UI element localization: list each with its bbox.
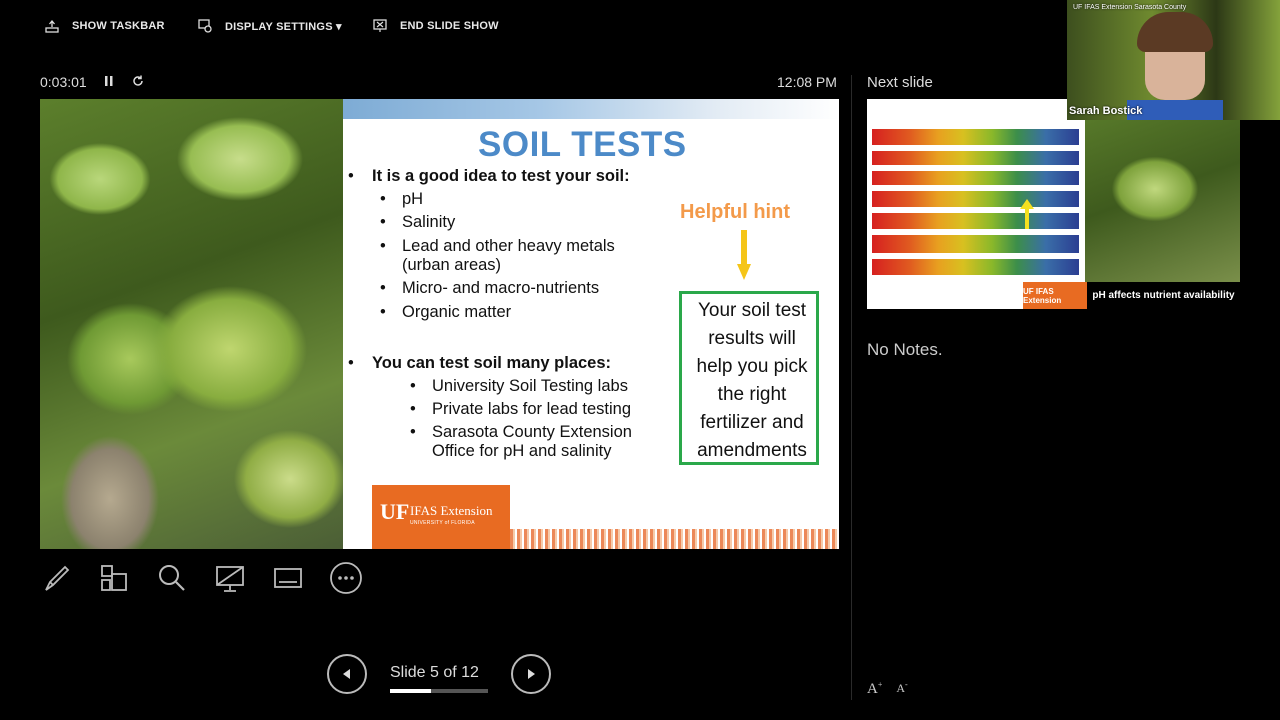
- bullet-dot: •: [380, 213, 386, 231]
- participant-name: Sarah Bostick: [1069, 105, 1143, 117]
- presenter-hair: [1137, 12, 1213, 52]
- section1-heading: It is a good idea to test your soil:: [372, 167, 630, 185]
- pause-icon: [105, 76, 113, 86]
- hint-line: Your soil test: [697, 300, 807, 321]
- next-slide-label: Next slide: [867, 74, 933, 91]
- list-item: Sarasota County Extension: [432, 423, 632, 441]
- uf-logo-mark: UF: [380, 499, 410, 524]
- speaker-notes[interactable]: No Notes.: [867, 340, 943, 360]
- pen-icon: [45, 565, 70, 591]
- uf-logo-text: IFAS Extension: [410, 503, 493, 518]
- end-slide-show-label: END SLIDE SHOW: [400, 20, 499, 32]
- chart-band: [872, 229, 1079, 235]
- list-item: Salinity: [402, 213, 456, 231]
- video-banner: UF IFAS Extension Sarasota County: [1073, 4, 1187, 11]
- chart-band: [872, 185, 1079, 191]
- pen-tool-button[interactable]: [37, 558, 77, 598]
- show-taskbar-button[interactable]: SHOW TASKBAR: [44, 18, 165, 34]
- zoom-slide-button[interactable]: [152, 558, 192, 598]
- bullet-dot: •: [380, 237, 386, 255]
- hint-line: fertilizer and: [700, 412, 804, 433]
- hint-line: amendments: [697, 440, 807, 461]
- list-item: Organic matter: [402, 303, 512, 321]
- restart-timer-button[interactable]: [131, 74, 147, 90]
- magnifier-icon: [159, 565, 185, 591]
- presentation-timer: 0:03:01: [40, 74, 87, 90]
- chart-band: [872, 253, 1079, 259]
- list-item: Private labs for lead testing: [432, 400, 632, 418]
- list-item: pH: [402, 190, 424, 208]
- section2-heading: You can test soil many places:: [372, 354, 612, 372]
- display-settings-icon: [197, 18, 213, 34]
- list-item: Lead and other heavy metals: [402, 237, 615, 255]
- list-item: Micro- and macro-nutrients: [402, 279, 600, 297]
- more-icon: [330, 562, 362, 594]
- next-slide-photo: [1085, 99, 1240, 282]
- current-time: 12:08 PM: [777, 74, 837, 90]
- bullet-dot: •: [410, 400, 416, 418]
- slides-grid-icon: [101, 565, 127, 591]
- next-slide-preview[interactable]: UF IFAS Extension pH affects nutrient av…: [867, 99, 1240, 309]
- bullet-dot: •: [380, 190, 386, 208]
- next-slide-button[interactable]: [511, 654, 551, 694]
- next-slide-caption: pH affects nutrient availability: [1087, 282, 1240, 309]
- subtitles-button[interactable]: [268, 558, 308, 598]
- webcam-video: UF IFAS Extension Sarasota County Sarah …: [1067, 0, 1280, 120]
- end-slide-show-button[interactable]: END SLIDE SHOW: [372, 18, 499, 34]
- taskbar-icon: [44, 18, 60, 34]
- slide-progress-fill: [390, 689, 431, 693]
- see-all-slides-button[interactable]: [94, 558, 134, 598]
- chart-band: [872, 207, 1079, 213]
- bullet-dot: •: [410, 377, 416, 395]
- bottom-brush-strip: [510, 529, 839, 549]
- previous-slide-button[interactable]: [327, 654, 367, 694]
- chart-band: [872, 145, 1079, 151]
- bullet-dot: •: [348, 354, 354, 372]
- chart-band: [872, 165, 1079, 171]
- uf-ifas-logo: UF IFAS Extension UNIVERSITY of FLORIDA: [372, 485, 510, 549]
- top-brush-strip: [343, 99, 839, 119]
- bullet-dot: •: [380, 303, 386, 321]
- restart-icon: [133, 75, 143, 86]
- play-left-icon: [343, 669, 350, 679]
- current-slide[interactable]: SOIL TESTS • It is a good idea to test y…: [40, 99, 839, 549]
- pause-timer-button[interactable]: [103, 74, 117, 90]
- display-settings-label: DISPLAY SETTINGS ▾: [225, 20, 342, 33]
- end-show-icon: [372, 18, 388, 34]
- nutrient-availability-chart: [872, 129, 1079, 275]
- bullet-dot: •: [380, 279, 386, 297]
- bullet-dot: •: [348, 167, 354, 185]
- down-arrow-icon: [737, 230, 751, 280]
- display-settings-button[interactable]: DISPLAY SETTINGS ▾: [197, 18, 342, 34]
- bullet-dot: •: [410, 423, 416, 441]
- hint-line: the right: [717, 384, 787, 405]
- show-taskbar-label: SHOW TASKBAR: [72, 20, 165, 32]
- pane-divider[interactable]: [851, 75, 852, 700]
- slide-counter[interactable]: Slide 5 of 12: [390, 664, 479, 682]
- uf-logo-subtext: UNIVERSITY of FLORIDA: [410, 520, 475, 526]
- next-slide-logo: UF IFAS Extension: [1023, 282, 1087, 309]
- subtitles-icon: [274, 568, 302, 588]
- list-item-continued: (urban areas): [402, 256, 502, 274]
- hint-line: results will: [708, 328, 796, 349]
- list-item: University Soil Testing labs: [432, 377, 628, 395]
- hint-line: help you pick: [696, 356, 808, 377]
- up-arrow-icon: [1020, 199, 1034, 229]
- decrease-font-button[interactable]: A-: [896, 680, 907, 698]
- helpful-hint-title: Helpful hint: [680, 201, 790, 223]
- increase-font-button[interactable]: A+: [867, 680, 882, 698]
- black-screen-button[interactable]: [210, 558, 250, 598]
- more-options-button[interactable]: [326, 558, 366, 598]
- slide-title: SOIL TESTS: [478, 125, 687, 164]
- play-right-icon: [528, 669, 535, 679]
- list-item-continued: Office for pH and salinity: [432, 442, 612, 460]
- strawberry-leaves-photo: [40, 99, 343, 549]
- screen-off-icon: [216, 566, 244, 592]
